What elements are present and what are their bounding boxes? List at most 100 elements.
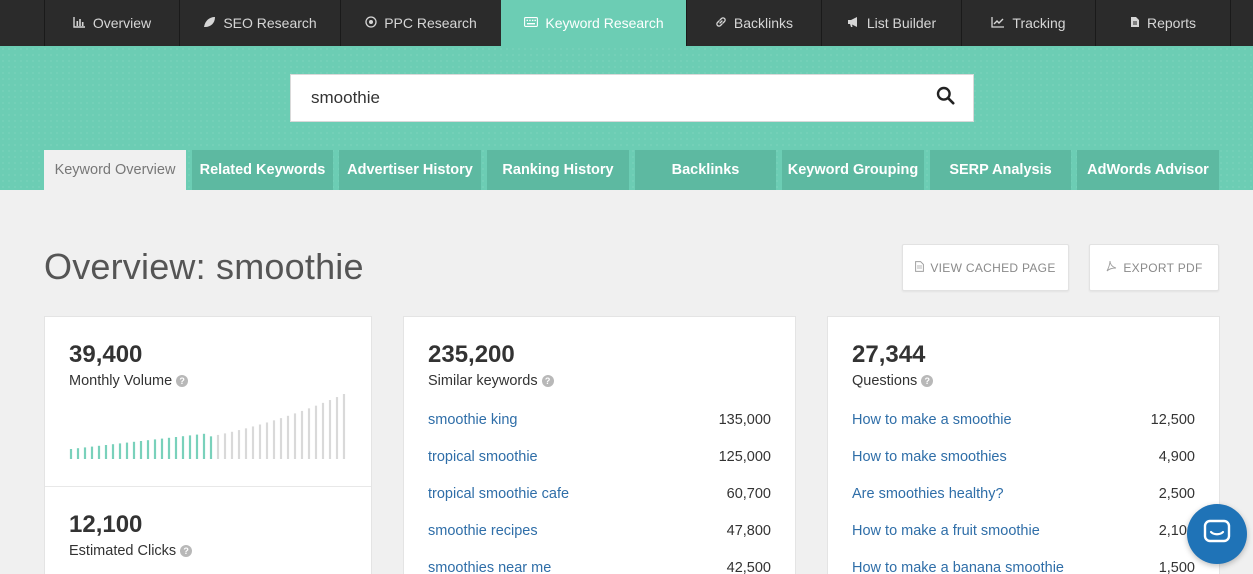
question-link[interactable]: How to make smoothies [852, 449, 1007, 465]
question-volume: 4,900 [1158, 448, 1195, 465]
estimated-clicks-label: Estimated Clicks [69, 543, 177, 559]
tab-related-keywords[interactable]: Related Keywords [192, 150, 333, 190]
questions-label: Questions [852, 373, 918, 389]
nav-label: Overview [92, 15, 152, 31]
list-item: smoothies near me 42,500 [428, 549, 771, 574]
chat-icon [1203, 519, 1231, 550]
list-item: How to make a banana smoothie 1,500 [852, 549, 1195, 574]
nav-label: PPC Research [384, 15, 477, 31]
list-item: Are smoothies healthy? 2,500 [852, 475, 1195, 512]
document-icon [915, 260, 925, 275]
help-icon[interactable]: ? [176, 375, 189, 387]
target-icon [365, 15, 377, 31]
search-icon [936, 86, 955, 110]
questions-card: 27,344 Questions ? How to make a smoothi… [827, 316, 1220, 574]
list-item: smoothie king 135,000 [428, 401, 771, 438]
tab-keyword-overview[interactable]: Keyword Overview [44, 150, 186, 190]
tab-serp-analysis[interactable]: SERP Analysis [930, 150, 1071, 190]
view-cached-page-button[interactable]: VIEW CACHED PAGE [902, 244, 1069, 291]
list-item: How to make smoothies 4,900 [852, 438, 1195, 475]
list-item: tropical smoothie 125,000 [428, 438, 771, 475]
question-volume: 1,500 [1158, 559, 1195, 574]
similar-keywords-count: 235,200 [428, 341, 515, 368]
nav-label: Keyword Research [545, 15, 664, 31]
questions-header: 27,344 Questions ? [828, 317, 1219, 389]
keyword-link[interactable]: tropical smoothie cafe [428, 486, 569, 502]
similar-keywords-card: 235,200 Similar keywords ? smoothie king… [403, 316, 796, 574]
question-link[interactable]: How to make a banana smoothie [852, 560, 1064, 574]
tab-keyword-grouping[interactable]: Keyword Grouping [782, 150, 924, 190]
top-navigation: Overview SEO Research PPC Research Keywo… [0, 0, 1253, 46]
view-cached-label: VIEW CACHED PAGE [930, 260, 1056, 275]
nav-ppc-research[interactable]: PPC Research [340, 0, 501, 46]
question-link[interactable]: How to make a smoothie [852, 412, 1012, 428]
keyword-volume: 47,800 [726, 522, 771, 539]
list-item: How to make a smoothie 12,500 [852, 401, 1195, 438]
keyword-volume: 42,500 [726, 559, 771, 574]
questions-label-row: Questions ? [852, 373, 1219, 389]
keyword-search-box: smoothie [290, 74, 974, 122]
tab-adwords-advisor[interactable]: AdWords Advisor [1077, 150, 1219, 190]
keyword-subtabs: Keyword Overview Related Keywords Advert… [0, 150, 1253, 190]
question-link[interactable]: How to make a fruit smoothie [852, 523, 1040, 539]
nav-keyword-research[interactable]: Keyword Research [501, 0, 686, 46]
search-button[interactable] [917, 75, 973, 121]
nav-seo-research[interactable]: SEO Research [179, 0, 340, 46]
monthly-volume-label-row: Monthly Volume ? [69, 373, 371, 389]
keyword-link[interactable]: tropical smoothie [428, 449, 538, 465]
chat-launcher-button[interactable] [1187, 504, 1247, 564]
list-item: How to make a fruit smoothie 2,100 [852, 512, 1195, 549]
nav-list-builder[interactable]: List Builder [821, 0, 961, 46]
tab-backlinks[interactable]: Backlinks [635, 150, 776, 190]
line-chart-icon [991, 16, 1005, 31]
nav-label: Backlinks [733, 15, 794, 31]
keyword-volume: 135,000 [718, 411, 771, 428]
nav-backlinks[interactable]: Backlinks [686, 0, 821, 46]
question-volume: 12,500 [1150, 411, 1195, 428]
question-link[interactable]: Are smoothies healthy? [852, 486, 1004, 502]
similar-keywords-label: Similar keywords [428, 373, 538, 389]
page-title: Overview: smoothie [44, 246, 364, 287]
similar-keywords-list: smoothie king 135,000 tropical smoothie 12… [428, 401, 771, 574]
document-icon [1130, 16, 1140, 31]
nav-tracking[interactable]: Tracking [961, 0, 1095, 46]
search-band: smoothie Keyword Overview Related Keywor… [0, 46, 1253, 190]
estimated-clicks-label-row: Estimated Clicks ? [69, 543, 193, 559]
similar-keywords-header: 235,200 Similar keywords ? [404, 317, 795, 389]
estimated-clicks-section: 12,100 Estimated Clicks ? [69, 511, 193, 559]
help-icon[interactable]: ? [180, 545, 193, 557]
keyword-link[interactable]: smoothie recipes [428, 523, 538, 539]
bar-chart-icon [73, 16, 86, 31]
monthly-volume-card: 39,400 Monthly Volume ? 12,100 Estimated… [44, 316, 372, 574]
keyword-volume: 125,000 [718, 448, 771, 465]
pdf-icon [1105, 260, 1117, 275]
keyword-volume: 60,700 [726, 485, 771, 502]
help-icon[interactable]: ? [921, 375, 934, 387]
tab-ranking-history[interactable]: Ranking History [487, 150, 629, 190]
keyword-link[interactable]: smoothies near me [428, 560, 551, 574]
help-icon[interactable]: ? [541, 375, 554, 387]
nav-label: Reports [1146, 15, 1197, 31]
list-item: tropical smoothie cafe 60,700 [428, 475, 771, 512]
monthly-volume-label: Monthly Volume [69, 373, 173, 389]
nav-label: List Builder [866, 15, 937, 31]
list-item: smoothie recipes 47,800 [428, 512, 771, 549]
monthly-volume-value: 39,400 [69, 341, 143, 368]
similar-keywords-label-row: Similar keywords ? [428, 373, 795, 389]
estimated-clicks-value: 12,100 [69, 511, 143, 538]
keyword-link[interactable]: smoothie king [428, 412, 517, 428]
volume-trend-sparkline [69, 394, 346, 459]
questions-list: How to make a smoothie 12,500 How to make… [852, 401, 1195, 574]
export-pdf-button[interactable]: EXPORT PDF [1089, 244, 1219, 291]
card-divider [45, 486, 371, 487]
nav-label: SEO Research [223, 15, 317, 31]
nav-reports[interactable]: Reports [1095, 0, 1231, 46]
link-icon [715, 16, 727, 31]
megaphone-icon [847, 16, 860, 31]
leaf-icon [203, 16, 216, 31]
question-volume: 2,500 [1158, 485, 1195, 502]
keyboard-icon [524, 16, 539, 30]
search-input[interactable]: smoothie [291, 88, 917, 108]
nav-overview[interactable]: Overview [44, 0, 179, 46]
tab-advertiser-history[interactable]: Advertiser History [339, 150, 481, 190]
